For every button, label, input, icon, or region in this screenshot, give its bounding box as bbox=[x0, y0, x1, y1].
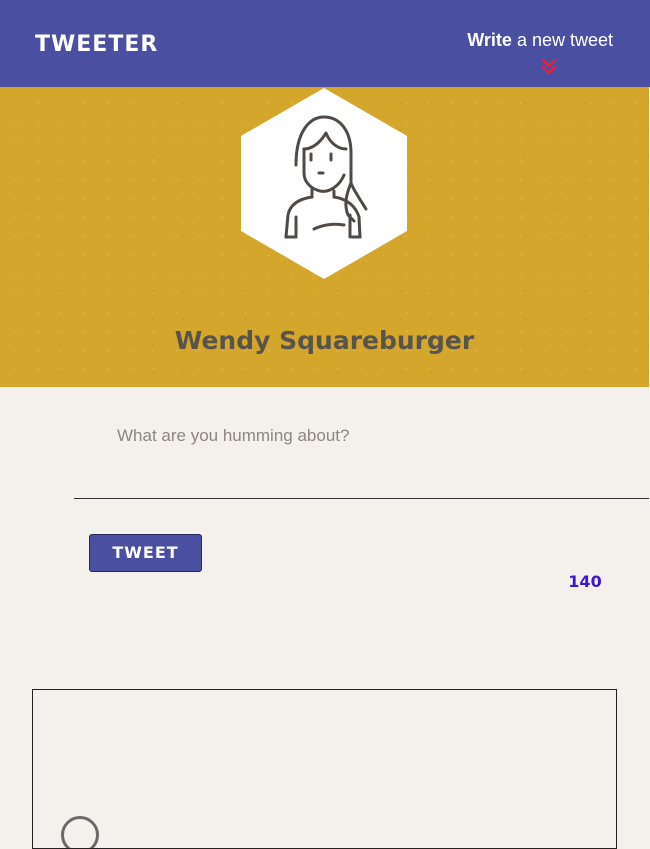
top-nav: TWEETER Write a new tweet bbox=[0, 0, 650, 87]
profile-name: Wendy Squareburger bbox=[174, 326, 475, 355]
tweet-compose-input[interactable] bbox=[74, 413, 649, 499]
double-chevron-down-icon[interactable] bbox=[541, 58, 557, 76]
profile-banner: Wendy Squareburger bbox=[0, 87, 649, 387]
logo[interactable]: TWEETER bbox=[35, 31, 158, 59]
profile-avatar bbox=[241, 88, 407, 279]
tweet-author-avatar bbox=[61, 816, 99, 848]
compose-link-strong: Write bbox=[467, 30, 512, 50]
tweet-card bbox=[32, 689, 617, 849]
character-counter: 140 bbox=[568, 572, 602, 591]
write-new-tweet-link[interactable]: Write a new tweet bbox=[467, 28, 613, 52]
tweet-button[interactable]: TWEET bbox=[89, 534, 202, 572]
compose-link-text: a new tweet bbox=[511, 30, 613, 50]
